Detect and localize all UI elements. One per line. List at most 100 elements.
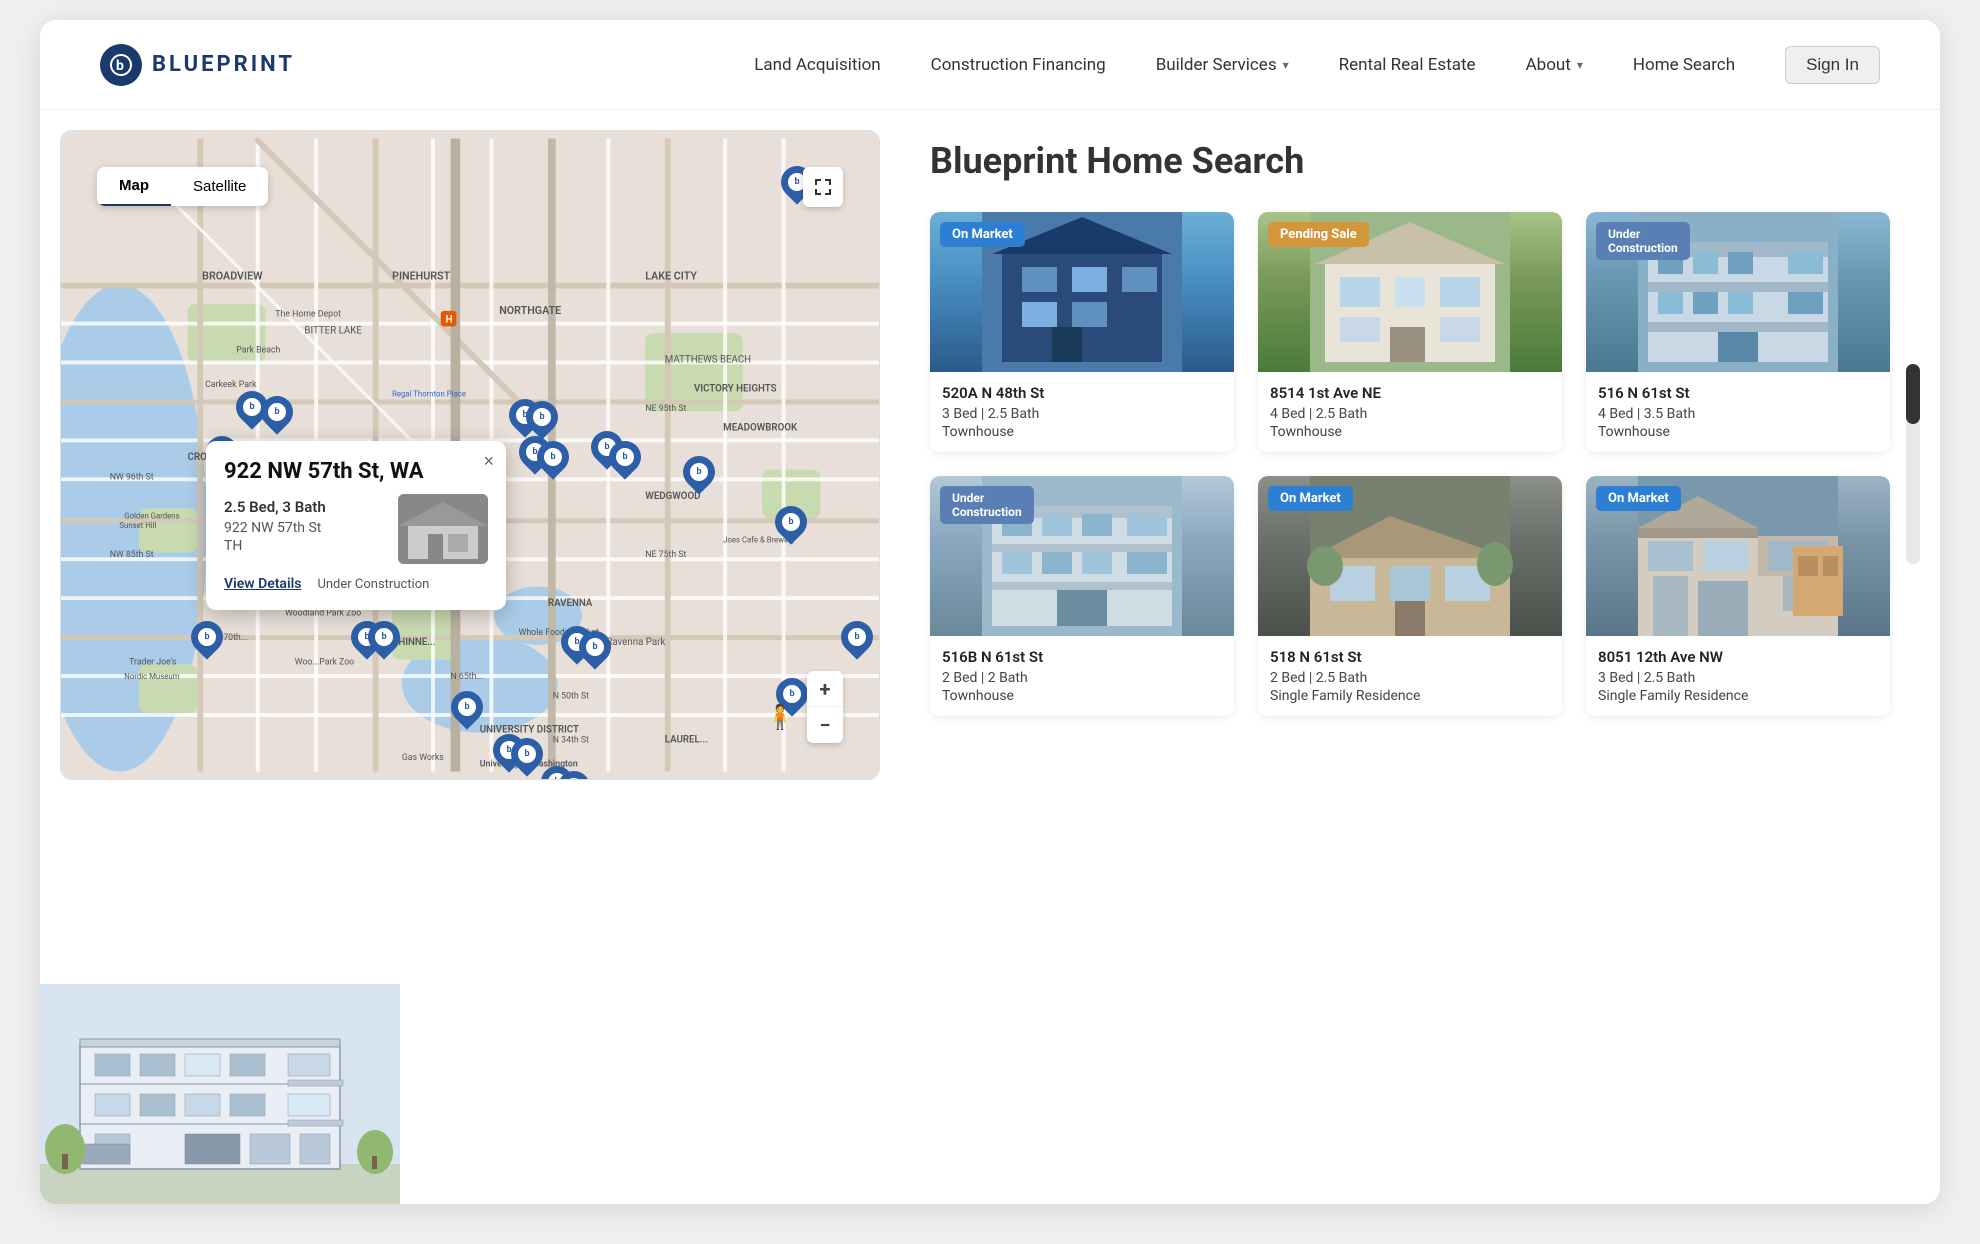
section-title: Blueprint Home Search bbox=[930, 140, 1890, 182]
map-toggle-map[interactable]: Map bbox=[97, 167, 171, 206]
popup-address: 922 NW 57th St bbox=[224, 520, 384, 536]
listing-address-6: 8051 12th Ave NW bbox=[1598, 648, 1878, 666]
popup-info: 2.5 Bed, 3 Bath 922 NW 57th St TH bbox=[224, 498, 384, 564]
map-zoom-controls: + − bbox=[807, 671, 843, 743]
listing-image-4: UnderConstruction bbox=[930, 476, 1234, 636]
listing-info-2: 8514 1st Ave NE 4 Bed | 2.5 Bath Townhou… bbox=[1258, 372, 1562, 452]
svg-text:b: b bbox=[116, 58, 124, 74]
listing-address-4: 516B N 61st St bbox=[942, 648, 1222, 666]
pegman-icon[interactable]: 🧍 bbox=[765, 703, 795, 731]
map-section: BROADVIEW PINEHURST LAKE CITY BITTER LAK… bbox=[40, 110, 900, 1204]
svg-text:NW 70th...: NW 70th... bbox=[207, 633, 248, 643]
listing-info-5: 518 N 61st St 2 Bed | 2.5 Bath Single Fa… bbox=[1258, 636, 1562, 716]
listing-details-4: 2 Bed | 2 Bath bbox=[942, 670, 1222, 686]
listing-address-3: 516 N 61st St bbox=[1598, 384, 1878, 402]
listing-info-4: 516B N 61st St 2 Bed | 2 Bath Townhouse bbox=[930, 636, 1234, 716]
popup-actions: View Details Under Construction bbox=[224, 576, 488, 592]
listing-card-1[interactable]: On Market 520A N 48th St 3 Bed | 2.5 Bat… bbox=[930, 212, 1234, 452]
svg-text:Park Beach: Park Beach bbox=[236, 346, 280, 356]
building-sketch bbox=[40, 984, 400, 1204]
popup-property-type: TH bbox=[224, 538, 384, 554]
about-chevron: ▾ bbox=[1577, 58, 1583, 72]
map-expand-button[interactable] bbox=[803, 167, 843, 207]
zoom-out-button[interactable]: − bbox=[807, 707, 843, 743]
view-details-link[interactable]: View Details bbox=[224, 576, 301, 592]
listing-card-3[interactable]: UnderConstruction 516 N 61st St 4 Bed | … bbox=[1586, 212, 1890, 452]
popup-close-button[interactable]: × bbox=[483, 451, 494, 472]
svg-text:Whole Foods Market: Whole Foods Market bbox=[519, 628, 599, 638]
map-view-toggle: Map Satellite bbox=[97, 167, 268, 206]
listing-details-5: 2 Bed | 2.5 Bath bbox=[1270, 670, 1550, 686]
svg-text:Woodland Park Zoo: Woodland Park Zoo bbox=[285, 609, 361, 619]
svg-text:H: H bbox=[446, 315, 453, 326]
svg-text:WEDGWOOD: WEDGWOOD bbox=[645, 491, 700, 502]
map-container[interactable]: BROADVIEW PINEHURST LAKE CITY BITTER LAK… bbox=[60, 130, 880, 780]
svg-text:Gas Works: Gas Works bbox=[402, 753, 444, 763]
listing-card-6[interactable]: On Market 8051 12th Ave NW 3 Bed | 2.5 B… bbox=[1586, 476, 1890, 716]
svg-text:NW 96th St: NW 96th St bbox=[110, 472, 154, 482]
listing-image-1: On Market bbox=[930, 212, 1234, 372]
logo-area[interactable]: b BLUEPRINT bbox=[100, 44, 295, 86]
map-toggle-satellite[interactable]: Satellite bbox=[171, 167, 268, 206]
builder-services-chevron: ▾ bbox=[1283, 58, 1289, 72]
listing-info-6: 8051 12th Ave NW 3 Bed | 2.5 Bath Single… bbox=[1586, 636, 1890, 716]
listing-badge-6: On Market bbox=[1596, 486, 1681, 511]
listing-badge-2: Pending Sale bbox=[1268, 222, 1369, 247]
listing-details-1: 3 Bed | 2.5 Bath bbox=[942, 406, 1222, 422]
svg-text:Sunset Hill: Sunset Hill bbox=[119, 521, 156, 530]
svg-text:Golden Gardens: Golden Gardens bbox=[124, 511, 179, 520]
listing-card-2[interactable]: Pending Sale 8514 1st Ave NE 4 Bed | 2.5… bbox=[1258, 212, 1562, 452]
listing-address-2: 8514 1st Ave NE bbox=[1270, 384, 1550, 402]
map-background: BROADVIEW PINEHURST LAKE CITY BITTER LAK… bbox=[61, 131, 879, 779]
svg-text:Regal Thornton Place: Regal Thornton Place bbox=[392, 390, 466, 399]
nav-construction-financing[interactable]: Construction Financing bbox=[931, 55, 1106, 75]
listing-card-4[interactable]: UnderConstruction 516B N 61st St 2 Bed |… bbox=[930, 476, 1234, 716]
popup-content: 2.5 Bed, 3 Bath 922 NW 57th St TH bbox=[224, 494, 488, 564]
listing-details-3: 4 Bed | 3.5 Bath bbox=[1598, 406, 1878, 422]
svg-text:BITTER LAKE: BITTER LAKE bbox=[304, 325, 362, 336]
svg-text:MATTHEWS BEACH: MATTHEWS BEACH bbox=[665, 354, 751, 365]
svg-text:Woo...Park Zoo: Woo...Park Zoo bbox=[295, 657, 354, 667]
svg-text:MEADOWBROOK: MEADOWBROOK bbox=[723, 423, 798, 434]
nav-builder-services[interactable]: Builder Services ▾ bbox=[1156, 55, 1289, 75]
listing-card-5[interactable]: On Market 518 N 61st St 2 Bed | 2.5 Bath… bbox=[1258, 476, 1562, 716]
svg-text:NORTHGATE: NORTHGATE bbox=[499, 304, 561, 317]
content-area: BROADVIEW PINEHURST LAKE CITY BITTER LAK… bbox=[40, 110, 1940, 1204]
nav-land-acquisition[interactable]: Land Acquisition bbox=[754, 55, 880, 75]
listing-image-6: On Market bbox=[1586, 476, 1890, 636]
listing-type-3: Townhouse bbox=[1598, 424, 1878, 440]
nav-home-search[interactable]: Home Search bbox=[1633, 55, 1735, 75]
svg-text:The Home Depot: The Home Depot bbox=[275, 310, 341, 320]
nav-about[interactable]: About ▾ bbox=[1526, 55, 1583, 75]
nav-links: Land Acquisition Construction Financing … bbox=[754, 46, 1880, 84]
listings-grid: On Market 520A N 48th St 3 Bed | 2.5 Bat… bbox=[930, 212, 1890, 716]
nav-rental-real-estate[interactable]: Rental Real Estate bbox=[1339, 55, 1476, 75]
listing-details-2: 4 Bed | 2.5 Bath bbox=[1270, 406, 1550, 422]
listing-type-6: Single Family Residence bbox=[1598, 688, 1878, 704]
svg-text:LAKE CITY: LAKE CITY bbox=[645, 270, 697, 283]
svg-text:Trader Joe's: Trader Joe's bbox=[129, 657, 177, 667]
svg-text:VICTORY HEIGHTS: VICTORY HEIGHTS bbox=[694, 384, 777, 395]
sign-in-button[interactable]: Sign In bbox=[1785, 46, 1880, 84]
right-panel: Blueprint Home Search bbox=[900, 110, 1940, 1204]
popup-title: 922 NW 57th St, WA bbox=[224, 459, 488, 484]
main-card: b BLUEPRINT Land Acquisition Constructio… bbox=[40, 20, 1940, 1204]
svg-text:LAUREL...: LAUREL... bbox=[665, 734, 709, 745]
svg-text:N 34th St: N 34th St bbox=[553, 735, 589, 745]
listing-address-5: 518 N 61st St bbox=[1270, 648, 1550, 666]
svg-text:Joes Cafe & Brewery: Joes Cafe & Brewery bbox=[723, 536, 795, 545]
listing-image-5: On Market bbox=[1258, 476, 1562, 636]
svg-text:BROADVIEW: BROADVIEW bbox=[202, 270, 263, 283]
listing-badge-3: UnderConstruction bbox=[1596, 222, 1690, 260]
scroll-indicator[interactable] bbox=[1906, 364, 1920, 564]
popup-beds-baths: 2.5 Bed, 3 Bath bbox=[224, 498, 384, 516]
listing-address-1: 520A N 48th St bbox=[942, 384, 1222, 402]
popup-image bbox=[398, 494, 488, 564]
logo-icon: b bbox=[100, 44, 142, 86]
zoom-in-button[interactable]: + bbox=[807, 671, 843, 707]
svg-text:Nordic Museum: Nordic Museum bbox=[124, 672, 179, 681]
svg-text:Ravenna Park: Ravenna Park bbox=[606, 637, 665, 648]
logo-text: BLUEPRINT bbox=[152, 52, 295, 77]
listing-badge-4: UnderConstruction bbox=[940, 486, 1034, 524]
svg-text:NE 95th St: NE 95th St bbox=[645, 404, 686, 414]
